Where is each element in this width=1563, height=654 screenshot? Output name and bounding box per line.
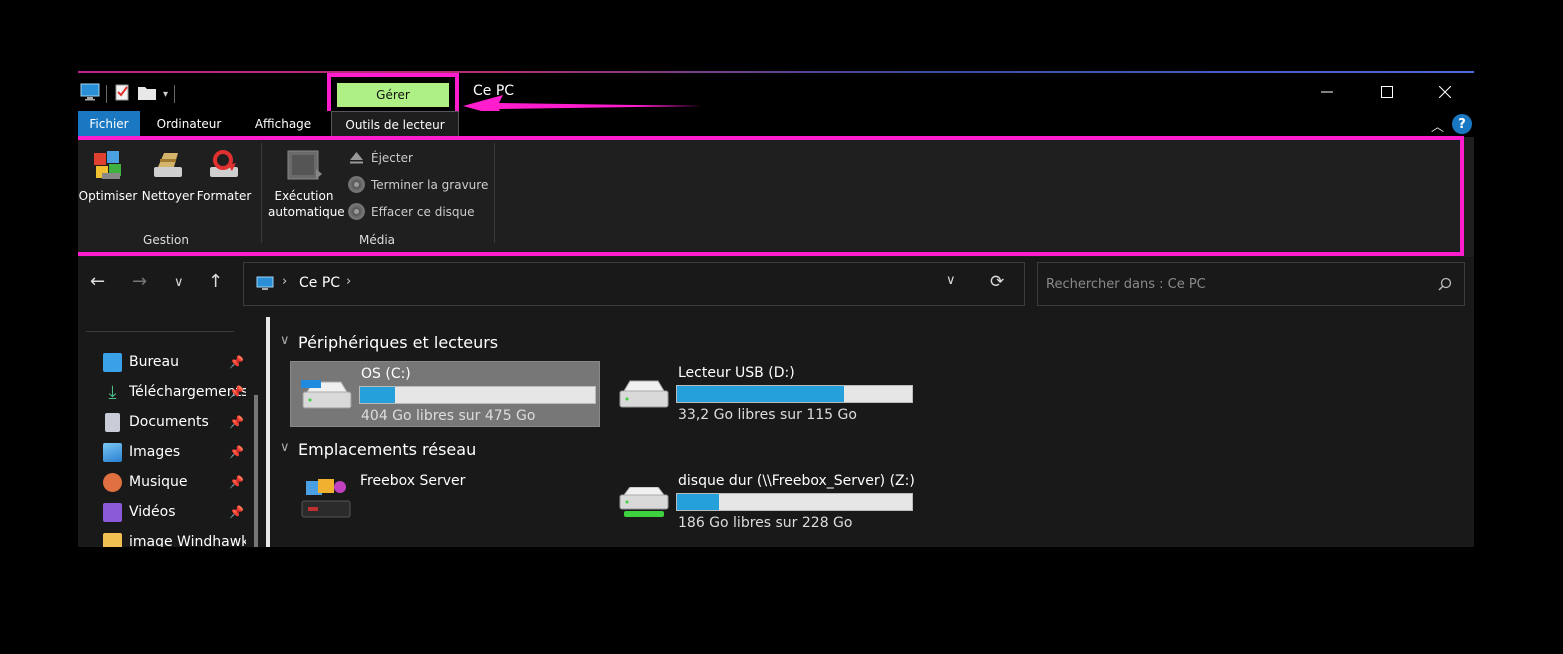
ribbon-highlight-frame [78, 136, 1464, 256]
address-history-dropdown-icon[interactable]: ∨ [946, 273, 956, 288]
download-icon: ⤓ [108, 381, 117, 403]
this-pc-icon[interactable] [80, 83, 100, 105]
file-explorer-window: ▾ Gérer Ce PC Fichier Ordinateur Afficha… [78, 71, 1474, 547]
breadcrumb-chevron-icon[interactable]: › [346, 274, 351, 289]
new-folder-icon[interactable] [137, 83, 157, 105]
folder-icon [103, 532, 122, 547]
sidebar-scrollbar[interactable] [254, 395, 258, 547]
window-title: Ce PC [473, 83, 515, 99]
drive-usage-bar [359, 386, 596, 404]
drive-name: Lecteur USB (D:) [678, 365, 795, 381]
drive-free-space: 186 Go libres sur 228 Go [678, 515, 853, 531]
drive-free-space: 404 Go libres sur 475 Go [361, 408, 536, 424]
sidebar-item-label: image Windhawk [129, 534, 246, 547]
section-devices-header[interactable]: ∨ Périphériques et lecteurs [280, 333, 499, 352]
drive-usage-bar [676, 493, 913, 511]
refresh-icon[interactable]: ⟳ [990, 272, 1004, 292]
videos-icon [103, 502, 122, 522]
sidebar-item-pictures[interactable]: Images 📌 [103, 437, 253, 467]
drive-usage-bar [676, 385, 913, 403]
close-button[interactable] [1416, 73, 1474, 111]
breadcrumb-separator-icon[interactable]: › [282, 274, 287, 289]
this-pc-icon [256, 276, 274, 290]
drive-c[interactable]: OS (C:) 404 Go libres sur 475 Go [290, 361, 600, 427]
maximize-icon [1381, 86, 1393, 98]
breadcrumb-this-pc[interactable]: Ce PC [299, 275, 340, 291]
desktop-icon [103, 352, 122, 372]
sidebar-item-videos[interactable]: Vidéos 📌 [103, 497, 253, 527]
drive-name: disque dur (\\Freebox_Server) (Z:) [678, 473, 915, 489]
content-pane: ∨ Périphériques et lecteurs OS (C:) 404 … [270, 317, 1474, 547]
drive-usage-fill [677, 386, 844, 402]
section-devices-title: Périphériques et lecteurs [298, 333, 499, 352]
sidebar-item-documents[interactable]: Documents 📌 [103, 407, 253, 437]
maximize-button[interactable] [1358, 73, 1416, 111]
up-arrow-icon[interactable]: ↑ [208, 271, 223, 292]
manage-tab-highlight: Gérer [327, 73, 459, 115]
sidebar-item-downloads[interactable]: ⤓ Téléchargements 📌 [103, 377, 253, 407]
properties-icon[interactable] [113, 83, 131, 105]
minimize-button[interactable] [1298, 73, 1356, 111]
search-box [1037, 262, 1465, 306]
customize-qat-dropdown-icon[interactable]: ▾ [163, 89, 168, 100]
forward-arrow-icon[interactable]: → [132, 271, 147, 292]
navigation-pane: Bureau 📌 ⤓ Téléchargements 📌 Documents 📌… [78, 317, 264, 547]
close-icon [1439, 86, 1451, 98]
sidebar-item-folder[interactable]: image Windhawk [103, 527, 253, 547]
minimize-icon [1321, 91, 1333, 93]
sidebar-item-music[interactable]: Musique 📌 [103, 467, 253, 497]
pin-icon: 📌 [229, 475, 244, 489]
network-freebox-server[interactable]: Freebox Server [290, 469, 600, 535]
pin-icon: 📌 [229, 385, 244, 399]
navigation-bar: ← → ∨ ↑ › Ce PC › ∨ ⟳ [78, 257, 1474, 317]
drive-usage-fill [677, 494, 720, 510]
network-drive-z[interactable]: disque dur (\\Freebox_Server) (Z:) 186 G… [608, 469, 918, 535]
drive-name: OS (C:) [361, 366, 411, 382]
search-icon[interactable] [1438, 277, 1452, 291]
collapse-chevron-icon[interactable]: ∨ [280, 333, 290, 348]
hard-drive-icon [619, 380, 669, 408]
collapse-ribbon-icon[interactable]: ︿ [1431, 116, 1444, 135]
recent-locations-chevron-icon[interactable]: ∨ [174, 275, 184, 290]
section-network-header[interactable]: ∨ Emplacements réseau [280, 440, 477, 459]
drive-usage-fill [360, 387, 396, 403]
drive-free-space: 33,2 Go libres sur 115 Go [678, 407, 857, 423]
pin-icon: 📌 [229, 445, 244, 459]
document-icon [105, 412, 120, 432]
windows-drive-icon [301, 380, 352, 409]
help-button[interactable]: ? [1452, 114, 1472, 134]
drive-d[interactable]: Lecteur USB (D:) 33,2 Go libres sur 115 … [608, 361, 918, 427]
network-drive-icon [619, 487, 669, 517]
quick-access-toolbar: ▾ [80, 83, 176, 105]
sidebar-item-desktop[interactable]: Bureau 📌 [103, 347, 253, 377]
network-location-name: Freebox Server [360, 473, 466, 489]
ribbon-tabs: Fichier Ordinateur Affichage Outils de l… [78, 111, 1474, 137]
tab-view[interactable]: Affichage [244, 111, 322, 137]
pin-icon: 📌 [229, 355, 244, 369]
pictures-icon [103, 442, 122, 462]
media-server-icon [301, 479, 351, 518]
address-bar[interactable]: › Ce PC › ∨ ⟳ [243, 262, 1025, 306]
tab-drive-tools[interactable]: Outils de lecteur [331, 111, 459, 137]
manage-contextual-tab[interactable]: Gérer [337, 83, 449, 107]
section-network-title: Emplacements réseau [298, 440, 477, 459]
pin-icon: 📌 [229, 505, 244, 519]
tab-computer[interactable]: Ordinateur [148, 111, 230, 137]
music-icon [103, 472, 122, 492]
back-arrow-icon[interactable]: ← [90, 271, 105, 292]
pin-icon: 📌 [229, 415, 244, 429]
search-input[interactable] [1046, 273, 1426, 295]
collapse-chevron-icon[interactable]: ∨ [280, 440, 290, 455]
tab-file[interactable]: Fichier [78, 111, 140, 137]
title-bar: ▾ Gérer Ce PC [78, 73, 1474, 117]
